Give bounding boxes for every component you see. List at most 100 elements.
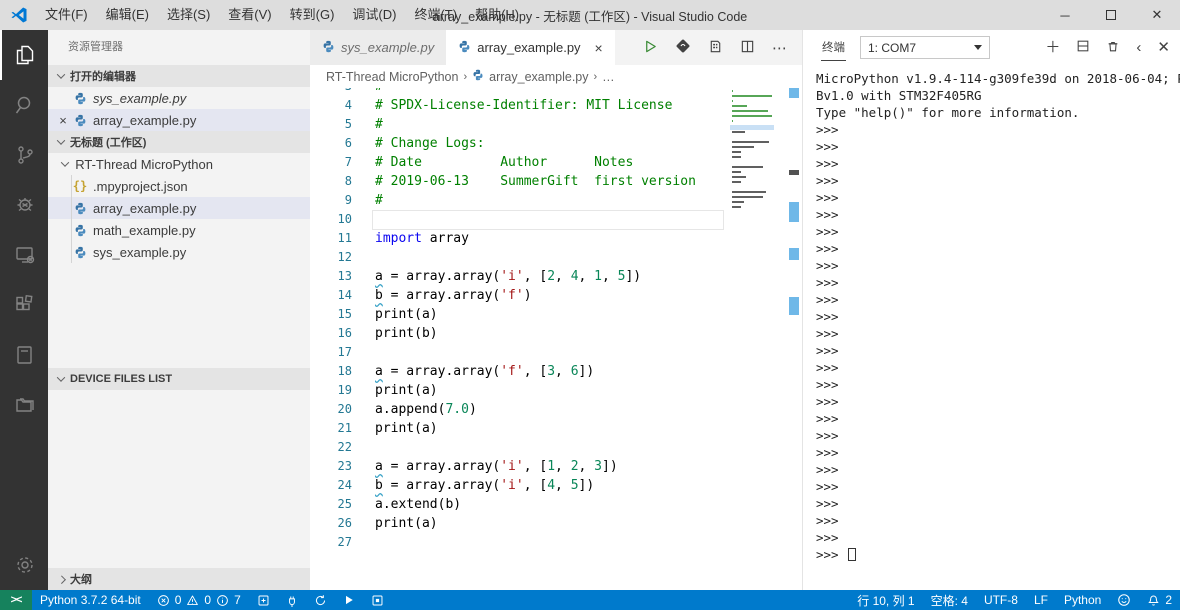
tab-array-example[interactable]: array_example.py × — [446, 30, 615, 65]
file-label: math_example.py — [93, 222, 196, 238]
search-icon[interactable] — [0, 80, 48, 130]
line-content: # Date Author Notes — [375, 155, 634, 170]
debug-icon[interactable] — [0, 180, 48, 230]
encoding[interactable]: UTF-8 — [976, 590, 1026, 610]
cursor-position[interactable]: 行 10, 列 1 — [849, 590, 922, 610]
python-interpreter[interactable]: Python 3.7.2 64-bit — [32, 590, 149, 610]
open-editor-sys_example.py[interactable]: sys_example.py — [48, 87, 310, 109]
code-line-3[interactable]: 3# — [310, 88, 802, 96]
code-line-8[interactable]: 8 # 2019-06-13 SummerGift first version — [310, 172, 802, 191]
menu-item-5[interactable]: 调试(D) — [343, 0, 405, 30]
line-content: # — [375, 88, 383, 96]
tree-file-array_example.py[interactable]: array_example.py — [48, 197, 310, 219]
close-panel-icon[interactable]: ✕ — [1157, 40, 1170, 55]
run-file-icon[interactable] — [643, 39, 658, 57]
code-line-14[interactable]: 14 b = array.array('f') — [310, 286, 802, 305]
minimap[interactable] — [730, 90, 774, 216]
code-line-12[interactable]: 12 — [310, 248, 802, 267]
code-line-15[interactable]: 15 print(a) — [310, 305, 802, 324]
code-line-19[interactable]: 19 print(a) — [310, 381, 802, 400]
indentation[interactable]: 空格: 4 — [923, 590, 976, 610]
extensions-icon[interactable] — [0, 280, 48, 330]
line-number: 22 — [337, 440, 352, 454]
code-line-16[interactable]: 16 print(b) — [310, 324, 802, 343]
breadcrumb-symbol[interactable]: … — [602, 70, 615, 84]
binary-file-icon[interactable] — [708, 39, 723, 57]
split-editor-icon[interactable] — [740, 39, 755, 57]
code-line-21[interactable]: 21 print(a) — [310, 419, 802, 438]
tree-file-sys_example.py[interactable]: sys_example.py — [48, 241, 310, 263]
code-line-11[interactable]: 11 import array — [310, 229, 802, 248]
tree-folder-rt-thread[interactable]: RT-Thread MicroPython — [48, 153, 310, 175]
tree-file-math_example.py[interactable]: math_example.py — [48, 219, 310, 241]
code-line-9[interactable]: 9 # — [310, 191, 802, 210]
code-line-4[interactable]: 4 # SPDX-License-Identifier: MIT License — [310, 96, 802, 115]
menu-item-3[interactable]: 查看(V) — [219, 0, 280, 30]
section-outline[interactable]: 大纲 — [48, 568, 310, 590]
editor-group: sys_example.py array_example.py × ⋯ RT-T… — [310, 30, 802, 590]
rt-thread-download-icon[interactable] — [675, 38, 691, 57]
code-line-24[interactable]: 24 b = array.array('i', [4, 5]) — [310, 476, 802, 495]
add-port-icon[interactable] — [249, 590, 278, 610]
section-workspace[interactable]: 无标题 (工作区) — [48, 131, 310, 153]
stop-icon[interactable] — [363, 590, 392, 610]
code-line-13[interactable]: 13 a = array.array('i', [2, 4, 1, 5]) — [310, 267, 802, 286]
code-line-25[interactable]: 25 a.extend(b) — [310, 495, 802, 514]
tree-file-.mpyproject.json[interactable]: {} .mpyproject.json — [48, 175, 310, 197]
language-mode[interactable]: Python — [1056, 590, 1109, 610]
code-line-17[interactable]: 17 — [310, 343, 802, 362]
terminal-prompt-line: >>> — [816, 360, 839, 375]
terminal-select[interactable]: 1: COM7 — [860, 36, 990, 59]
minimap-line — [732, 136, 774, 138]
folder-view-icon[interactable] — [0, 380, 48, 430]
run-icon[interactable] — [335, 590, 363, 610]
explorer-icon[interactable] — [0, 30, 48, 80]
source-control-icon[interactable] — [0, 130, 48, 180]
close-button[interactable]: ✕ — [1134, 0, 1180, 30]
notifications-bell[interactable]: 2 — [1139, 590, 1180, 610]
code-line-10[interactable]: 10 — [310, 210, 802, 230]
code-line-23[interactable]: 23 a = array.array('i', [1, 2, 3]) — [310, 457, 802, 476]
code-editor[interactable]: 3#4# SPDX-License-Identifier: MIT Licens… — [310, 88, 802, 590]
project-manager-icon[interactable] — [0, 330, 48, 380]
eol-sequence[interactable]: LF — [1026, 590, 1056, 610]
terminal-output[interactable]: MicroPython v1.9.4-114-g309fe39d on 2018… — [803, 65, 1180, 590]
more-actions-icon[interactable]: ⋯ — [772, 39, 788, 57]
tab-sys-example[interactable]: sys_example.py — [310, 30, 447, 65]
code-line-7[interactable]: 7 # Date Author Notes — [310, 153, 802, 172]
split-terminal-icon[interactable] — [1076, 39, 1090, 56]
usb-plug-icon[interactable] — [278, 590, 306, 610]
chevron-left-icon[interactable]: ‹ — [1136, 40, 1141, 55]
section-open-editors[interactable]: 打开的编辑器 — [48, 65, 310, 87]
breadcrumb-folder[interactable]: RT-Thread MicroPython — [326, 70, 458, 84]
menu-item-1[interactable]: 编辑(E) — [97, 0, 158, 30]
code-line-18[interactable]: 18 a = array.array('f', [3, 6]) — [310, 362, 802, 381]
feedback-smiley-icon[interactable] — [1109, 590, 1139, 610]
breadcrumb-file[interactable]: array_example.py — [489, 70, 588, 84]
menu-item-4[interactable]: 转到(G) — [281, 0, 344, 30]
code-line-22[interactable]: 22 — [310, 438, 802, 457]
maximize-button[interactable] — [1088, 0, 1134, 30]
new-terminal-icon[interactable]: ＋ — [1045, 40, 1060, 55]
kill-terminal-icon[interactable] — [1106, 39, 1120, 56]
code-line-20[interactable]: 20 a.append(7.0) — [310, 400, 802, 419]
open-editor-array_example.py[interactable]: × array_example.py — [48, 109, 310, 131]
terminal-prompt-line: >>> — [816, 394, 839, 409]
sync-icon[interactable] — [306, 590, 335, 610]
device-monitor-icon[interactable] — [0, 230, 48, 280]
close-icon[interactable]: × — [54, 113, 72, 128]
menu-item-2[interactable]: 选择(S) — [158, 0, 219, 30]
code-line-6[interactable]: 6 # Change Logs: — [310, 134, 802, 153]
remote-indicator[interactable]: >< — [0, 590, 32, 610]
menu-item-0[interactable]: 文件(F) — [36, 0, 97, 30]
problems-status[interactable]: 0 0 7 — [149, 590, 249, 610]
settings-gear-icon[interactable] — [0, 540, 48, 590]
code-line-5[interactable]: 5 # — [310, 115, 802, 134]
tab-close-icon[interactable]: × — [595, 40, 603, 56]
minimap-line — [732, 166, 763, 168]
code-line-27[interactable]: 27 — [310, 533, 802, 552]
minimize-button[interactable]: ─ — [1042, 0, 1088, 30]
code-line-26[interactable]: 26 print(a) — [310, 514, 802, 533]
section-device-files[interactable]: DEVICE FILES LIST — [48, 368, 310, 390]
tab-terminal[interactable]: 终端 — [821, 34, 846, 61]
